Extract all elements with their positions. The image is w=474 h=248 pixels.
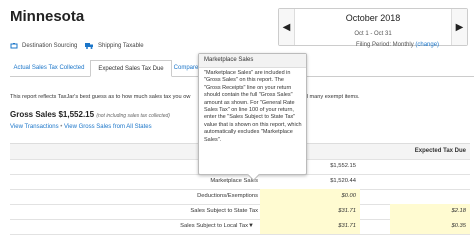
row-label: Sales Subject to State Tax (190, 208, 258, 214)
period-range: Oct 1 - Oct 31 (354, 31, 392, 37)
gross-sales-heading: Gross Sales $1,552.15 (not including sal… (10, 110, 170, 119)
filing-label: Filing Period: Monthly (356, 42, 414, 48)
sourcing-icon (10, 43, 18, 49)
tab-compare[interactable]: Compare (172, 60, 200, 76)
row-amount: $31.71 (260, 204, 360, 219)
row-label: Deductions/Exemptions (197, 193, 258, 199)
gross-sales-value: $1,552.15 (58, 110, 95, 119)
description-text: This report reflects TaxJar's best guess… (10, 94, 191, 100)
tooltip-title: Marketplace Sales (199, 54, 306, 68)
shipping-taxable: Shipping Taxable (85, 42, 144, 49)
tab-actual-sales-tax[interactable]: Actual Sales Tax Collected (10, 60, 88, 76)
row-label: Sales Subject to Local Tax (180, 223, 248, 229)
expected-tax-due-header: Expected Tax Due (414, 148, 466, 154)
filing-period: Filing Period: Monthly (change) (356, 42, 439, 48)
link-separator: • (60, 124, 63, 130)
destination-sourcing: Destination Sourcing (10, 42, 77, 50)
table-row: Marketplace Sales $1,520.44 (10, 174, 470, 190)
filing-change-link[interactable]: (change) (415, 42, 439, 48)
gross-sales-note: (not including sales tax collected) (96, 113, 170, 119)
row-amount: $0.00 (260, 189, 360, 204)
view-gross-sales-link[interactable]: View Gross Sales from All States (64, 124, 152, 130)
chevron-left-icon[interactable]: ◀ (279, 9, 295, 45)
period-selector: ◀ October 2018 Oct 1 - Oct 31 ▶ (278, 8, 468, 46)
row-amount: $1,520.44 (330, 178, 356, 184)
description-tail: ell many exempt items. (302, 94, 360, 100)
marketplace-sales-tooltip: Marketplace Sales "Marketplace Sales" ar… (198, 53, 307, 181)
row-tax-due: $2.18 (390, 204, 470, 219)
gross-sales-links: View Transactions • View Gross Sales fro… (10, 124, 152, 130)
row-tax-due: $0.35 (390, 219, 470, 234)
period-title: October 2018 (345, 13, 401, 23)
caret-down-icon[interactable]: ▼ (248, 219, 254, 234)
tab-expected-sales-tax[interactable]: Expected Sales Tax Due (90, 60, 172, 77)
taxable-label: Shipping Taxable (98, 42, 144, 49)
sourcing-label: Destination Sourcing (22, 43, 78, 49)
table-row: Sales Subject to State Tax $31.71 $2.18 (10, 204, 470, 220)
table-row: Deductions/Exemptions $0.00 (10, 189, 470, 205)
tooltip-body: "Marketplace Sales" are included in "Gro… (204, 70, 302, 143)
table-row: Sales Subject to Local Tax ▼ $31.71 $0.3… (10, 219, 470, 235)
row-amount: $31.71 (260, 219, 360, 234)
chevron-right-icon[interactable]: ▶ (451, 9, 467, 45)
truck-icon (85, 43, 93, 49)
state-title: Minnesota (10, 8, 85, 25)
gross-sales-label: Gross Sales (10, 110, 57, 119)
view-transactions-link[interactable]: View Transactions (10, 124, 59, 130)
